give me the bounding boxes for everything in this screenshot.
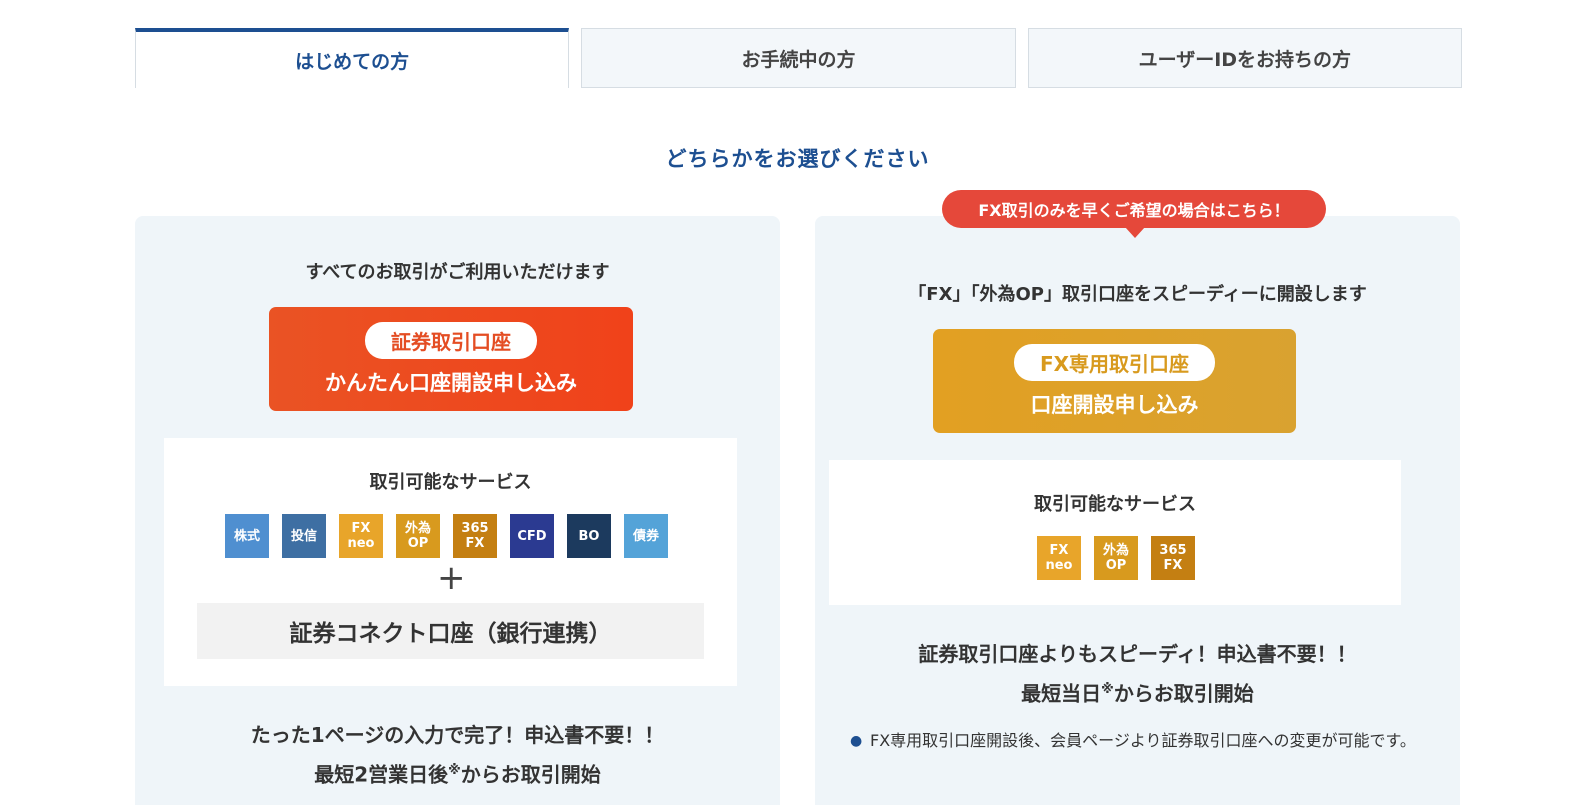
securities-account-panel: すべてのお取引がご利用いただけます 証券取引口座 かんたん口座開設申し込み 取引…: [135, 216, 780, 805]
fx-account-panel: 「FX」「外為OP」取引口座をスピーディーに開設します FX専用取引口座 口座開…: [815, 216, 1460, 805]
fx-option-icon: 外為 OP: [396, 514, 440, 558]
services-title: 取引可能なサービス: [369, 472, 532, 493]
fx-apply-button[interactable]: FX専用取引口座 口座開設申し込み: [933, 329, 1296, 433]
bo-icon: BO: [567, 514, 611, 558]
cfd-icon: CFD: [510, 514, 554, 558]
service-icons: FX neo 外為 OP 365 FX: [1037, 536, 1195, 580]
plus-icon: +: [437, 558, 466, 598]
tab-have-user-id[interactable]: ユーザーIDをお持ちの方: [1027, 28, 1462, 88]
panel-lead: 「FX」「外為OP」取引口座をスピーディーに開設します: [908, 284, 1367, 305]
securities-apply-button[interactable]: 証券取引口座 かんたん口座開設申し込み: [269, 307, 633, 411]
bottom-line1: たった1ページの入力で完了！申込書不要！！: [250, 723, 665, 747]
fund-icon: 投信: [282, 514, 326, 558]
panel-lead: すべてのお取引がご利用いただけます: [305, 262, 610, 283]
tab-first-time[interactable]: はじめての方: [135, 28, 570, 88]
left-bottom-text: たった1ページの入力で完了！申込書不要！！ 最短2営業日後※からお取引開始: [135, 718, 780, 793]
365fx-icon: 365 FX: [1151, 536, 1195, 580]
section-heading: どちらかをお選びください: [665, 147, 930, 171]
cta-pill-label: 証券取引口座: [365, 321, 537, 359]
fx-note: ● FX専用取引口座開設後、会員ページより証券取引口座への変更が可能です。: [850, 726, 1430, 756]
bottom-line2: 最短当日※からお取引開始: [1021, 681, 1254, 706]
services-title: 取引可能なサービス: [1034, 494, 1196, 515]
securities-connect-account: 証券コネクト口座（銀行連携）: [197, 603, 704, 659]
services-box: 取引可能なサービス FX neo 外為 OP 365 FX: [829, 460, 1401, 605]
bullet-icon: ●: [850, 733, 863, 749]
service-icons: 株式 投信 FX neo 外為 OP 365 FX CFD BO 債券: [225, 514, 668, 558]
services-box: 取引可能なサービス 株式 投信 FX neo 外為 OP 365 FX CFD BO 債券 + 証券…: [164, 438, 737, 686]
right-bottom-text: 証券取引口座よりもスピーディ！申込書不要！！ 最短当日※からお取引開始: [815, 637, 1460, 712]
note-text: FX専用取引口座開設後、会員ページより証券取引口座への変更が可能です。: [870, 731, 1416, 750]
bottom-line2: 最短2営業日後※からお取引開始: [314, 762, 601, 787]
fx-neo-icon: FX neo: [1037, 536, 1081, 580]
tab-in-progress[interactable]: お手続中の方: [581, 28, 1016, 88]
fx-neo-icon: FX neo: [339, 514, 383, 558]
cta-sub-label: かんたん口座開設申し込み: [325, 370, 577, 395]
stock-icon: 株式: [225, 514, 269, 558]
fx-only-balloon: FX取引のみを早くご希望の場合はこちら！: [942, 190, 1326, 238]
cta-sub-label: 口座開設申し込み: [1030, 392, 1199, 417]
bottom-line1: 証券取引口座よりもスピーディ！申込書不要！！: [918, 642, 1357, 666]
tab-bar: はじめての方 お手続中の方 ユーザーIDをお持ちの方: [135, 28, 1462, 88]
cta-pill-label: FX専用取引口座: [1013, 343, 1216, 381]
bond-icon: 債券: [624, 514, 668, 558]
fx-option-icon: 外為 OP: [1094, 536, 1138, 580]
365fx-icon: 365 FX: [453, 514, 497, 558]
